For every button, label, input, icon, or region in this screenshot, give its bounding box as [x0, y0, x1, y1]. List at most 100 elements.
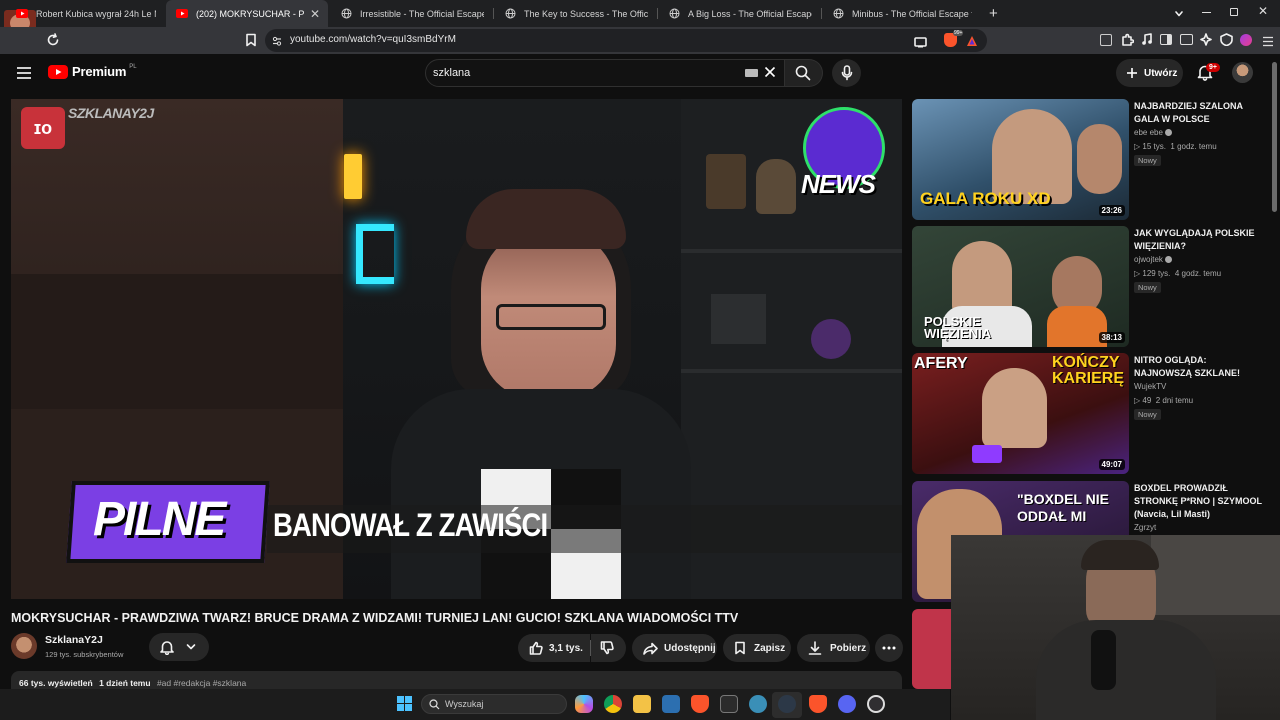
tab-3-title: The Key to Success - The Official Esca	[524, 8, 648, 19]
app-icon-a[interactable]	[720, 695, 738, 713]
taskbar-search-box[interactable]: Wyszukaj	[421, 694, 567, 714]
video-duration: 38:13	[1098, 332, 1125, 343]
streamer-glasses	[496, 304, 606, 330]
close-tab-icon[interactable]: ✕	[310, 7, 320, 21]
recommendation-title[interactable]: BOXDEL PROWADZIŁ STRONKĘ P*RNO | SZYMOOL…	[1134, 482, 1264, 521]
url-text[interactable]: youtube.com/watch?v=quI3smBdYrM	[290, 34, 456, 45]
dislike-button[interactable]	[591, 634, 626, 662]
brave-icon[interactable]	[691, 695, 709, 713]
bookmark-save-icon	[735, 641, 745, 655]
recommendation-0[interactable]: GALA ROKU XD 23:26 NAJBARDZIEJ SZALONA G…	[912, 99, 1272, 224]
recommendation-thumbnail[interactable]: GALA ROKU XD 23:26	[912, 99, 1129, 220]
vpn-icon[interactable]	[1220, 33, 1233, 51]
hamburger-menu-icon[interactable]	[17, 66, 31, 84]
tab-0[interactable]: Robert Kubica wygrał 24h Le Mans w	[6, 0, 164, 27]
brave-beta-icon[interactable]	[809, 695, 827, 713]
new-badge: Nowy	[1134, 282, 1161, 293]
tab-list-chevron-icon[interactable]	[1174, 6, 1184, 24]
voice-search-button[interactable]	[832, 59, 861, 87]
recommendation-thumbnail[interactable]: AFERY KOŃCZY KARIERĘ 49:07	[912, 353, 1129, 474]
page-scrollbar[interactable]	[1272, 62, 1277, 212]
recommendation-channel[interactable]: ojwojtek	[1134, 255, 1173, 264]
youtube-logo-icon	[48, 64, 68, 79]
discord-icon[interactable]	[838, 695, 856, 713]
recommendation-meta: ▷ 129 tys. 4 godz. temu	[1134, 269, 1222, 278]
recommendation-title[interactable]: JAK WYGLĄDAJĄ POLSKIE WIĘZIENIA?	[1134, 227, 1264, 253]
like-button[interactable]: 3,1 tys.	[518, 634, 590, 662]
youtube-logo[interactable]: Premium PL	[48, 64, 137, 79]
extension-icon-1[interactable]	[1100, 34, 1112, 46]
brave-rewards-icon[interactable]	[966, 34, 978, 52]
bookmark-icon[interactable]	[245, 33, 257, 52]
share-button[interactable]: Udostępnij	[632, 634, 717, 662]
address-bar-row: 99+	[0, 27, 1280, 54]
recommendation-channel[interactable]: Zgrzyt	[1134, 523, 1156, 532]
tab-5[interactable]: Minibus - The Official Escape from Ta	[822, 0, 980, 27]
channel-watermark-text: SZKLANAY2J	[68, 105, 154, 121]
maximize-button[interactable]	[1230, 8, 1238, 16]
tab-4[interactable]: A Big Loss - The Official Escape from	[658, 0, 820, 27]
video-title: MOKRYSUCHAR - PRAWDZIWA TWARZ! BRUCE DRA…	[11, 611, 739, 625]
share-icon	[643, 642, 658, 655]
wallet-icon[interactable]	[1180, 34, 1193, 45]
close-window-button[interactable]: ✕	[1258, 4, 1268, 18]
recommendation-channel[interactable]: ebe ebe	[1134, 128, 1173, 137]
tab-0-title: Robert Kubica wygrał 24h Le Mans w	[36, 8, 156, 19]
keyboard-icon[interactable]	[745, 69, 758, 77]
extension-colorful-icon[interactable]	[1240, 34, 1252, 46]
site-settings-icon[interactable]	[271, 34, 283, 52]
save-button[interactable]: Zapisz	[723, 634, 791, 662]
windows-start-icon[interactable]	[397, 696, 412, 716]
hashtags[interactable]: #ad #redakcja #szklana	[157, 678, 246, 688]
tab-1[interactable]: (202) MOKRYSUCHAR - PRAW ✕	[166, 0, 328, 27]
channel-name[interactable]: SzklanaY2J	[45, 634, 103, 646]
cast-icon[interactable]	[914, 35, 927, 53]
more-actions-button[interactable]	[875, 634, 903, 662]
youtube-region: PL	[129, 63, 137, 70]
copilot-icon[interactable]	[575, 695, 593, 713]
leo-ai-icon[interactable]	[1200, 33, 1212, 51]
tab-2[interactable]: Irresistible - The Official Escape from	[330, 0, 492, 27]
account-avatar[interactable]	[1232, 62, 1253, 83]
sidebar-icon[interactable]	[1160, 34, 1172, 45]
thumbnail-text: POLSKIE WIĘZIENIA	[924, 314, 992, 341]
recommendation-channel[interactable]: WujekTV	[1134, 382, 1166, 391]
recommendation-1[interactable]: POLSKIE WIĘZIENIA 38:13 JAK WYGLĄDAJĄ PO…	[912, 226, 1272, 351]
puzzle-extensions-icon[interactable]	[1121, 33, 1135, 51]
recommendation-2[interactable]: AFERY KOŃCZY KARIERĘ 49:07 NITRO OGLĄDA:…	[912, 353, 1272, 478]
store-icon[interactable]	[662, 695, 680, 713]
reload-icon[interactable]	[46, 33, 60, 52]
recommendation-meta: ▷ 49 2 dni temu	[1134, 396, 1194, 405]
file-explorer-icon[interactable]	[633, 695, 651, 713]
channel-avatar[interactable]	[11, 633, 37, 659]
subscription-bell-button[interactable]	[149, 633, 209, 661]
neon-sign	[344, 154, 362, 199]
thumbs-up-icon	[529, 641, 543, 655]
obs-icon[interactable]	[867, 695, 885, 713]
recommendation-4-thumbnail[interactable]	[912, 609, 952, 689]
headline-text: BANOWAŁ Z ZAWIŚCI	[273, 507, 548, 543]
tab-3[interactable]: The Key to Success - The Official Esca	[494, 0, 656, 27]
video-duration: 49:07	[1098, 459, 1125, 470]
app-icon-fish[interactable]	[749, 695, 767, 713]
active-app-indicator	[772, 692, 802, 718]
download-button[interactable]: Pobierz	[797, 634, 870, 662]
browser-menu-icon[interactable]	[1262, 34, 1274, 52]
thumbnail-text: GALA ROKU XD	[920, 189, 1051, 208]
news-logo-text: NEWS	[801, 169, 876, 199]
recommendation-title[interactable]: NAJBARDZIEJ SZALONA GALA W POLSCE	[1134, 100, 1264, 126]
clear-search-icon[interactable]	[764, 65, 776, 83]
create-button[interactable]: Utwórz	[1116, 59, 1183, 87]
chrome-icon[interactable]	[604, 695, 622, 713]
notifications-badge: 9+	[1206, 63, 1220, 72]
tab-2-title: Irresistible - The Official Escape from	[360, 8, 484, 19]
recommendation-thumbnail[interactable]: POLSKIE WIĘZIENIA 38:13	[912, 226, 1129, 347]
new-tab-button[interactable]: +	[989, 5, 998, 22]
minimize-button[interactable]	[1202, 12, 1211, 13]
recommendation-title[interactable]: NITRO OGLĄDA: NAJNOWSZĄ SZKLANE!	[1134, 354, 1264, 380]
music-icon[interactable]	[1141, 33, 1153, 51]
search-button[interactable]	[785, 59, 823, 87]
chevron-down-icon	[186, 644, 196, 650]
search-input[interactable]	[433, 64, 733, 82]
video-player[interactable]: ɪᴏ SZKLANAY2J NEWS PILNE BANOWAŁ Z ZAWIŚ…	[11, 99, 902, 599]
